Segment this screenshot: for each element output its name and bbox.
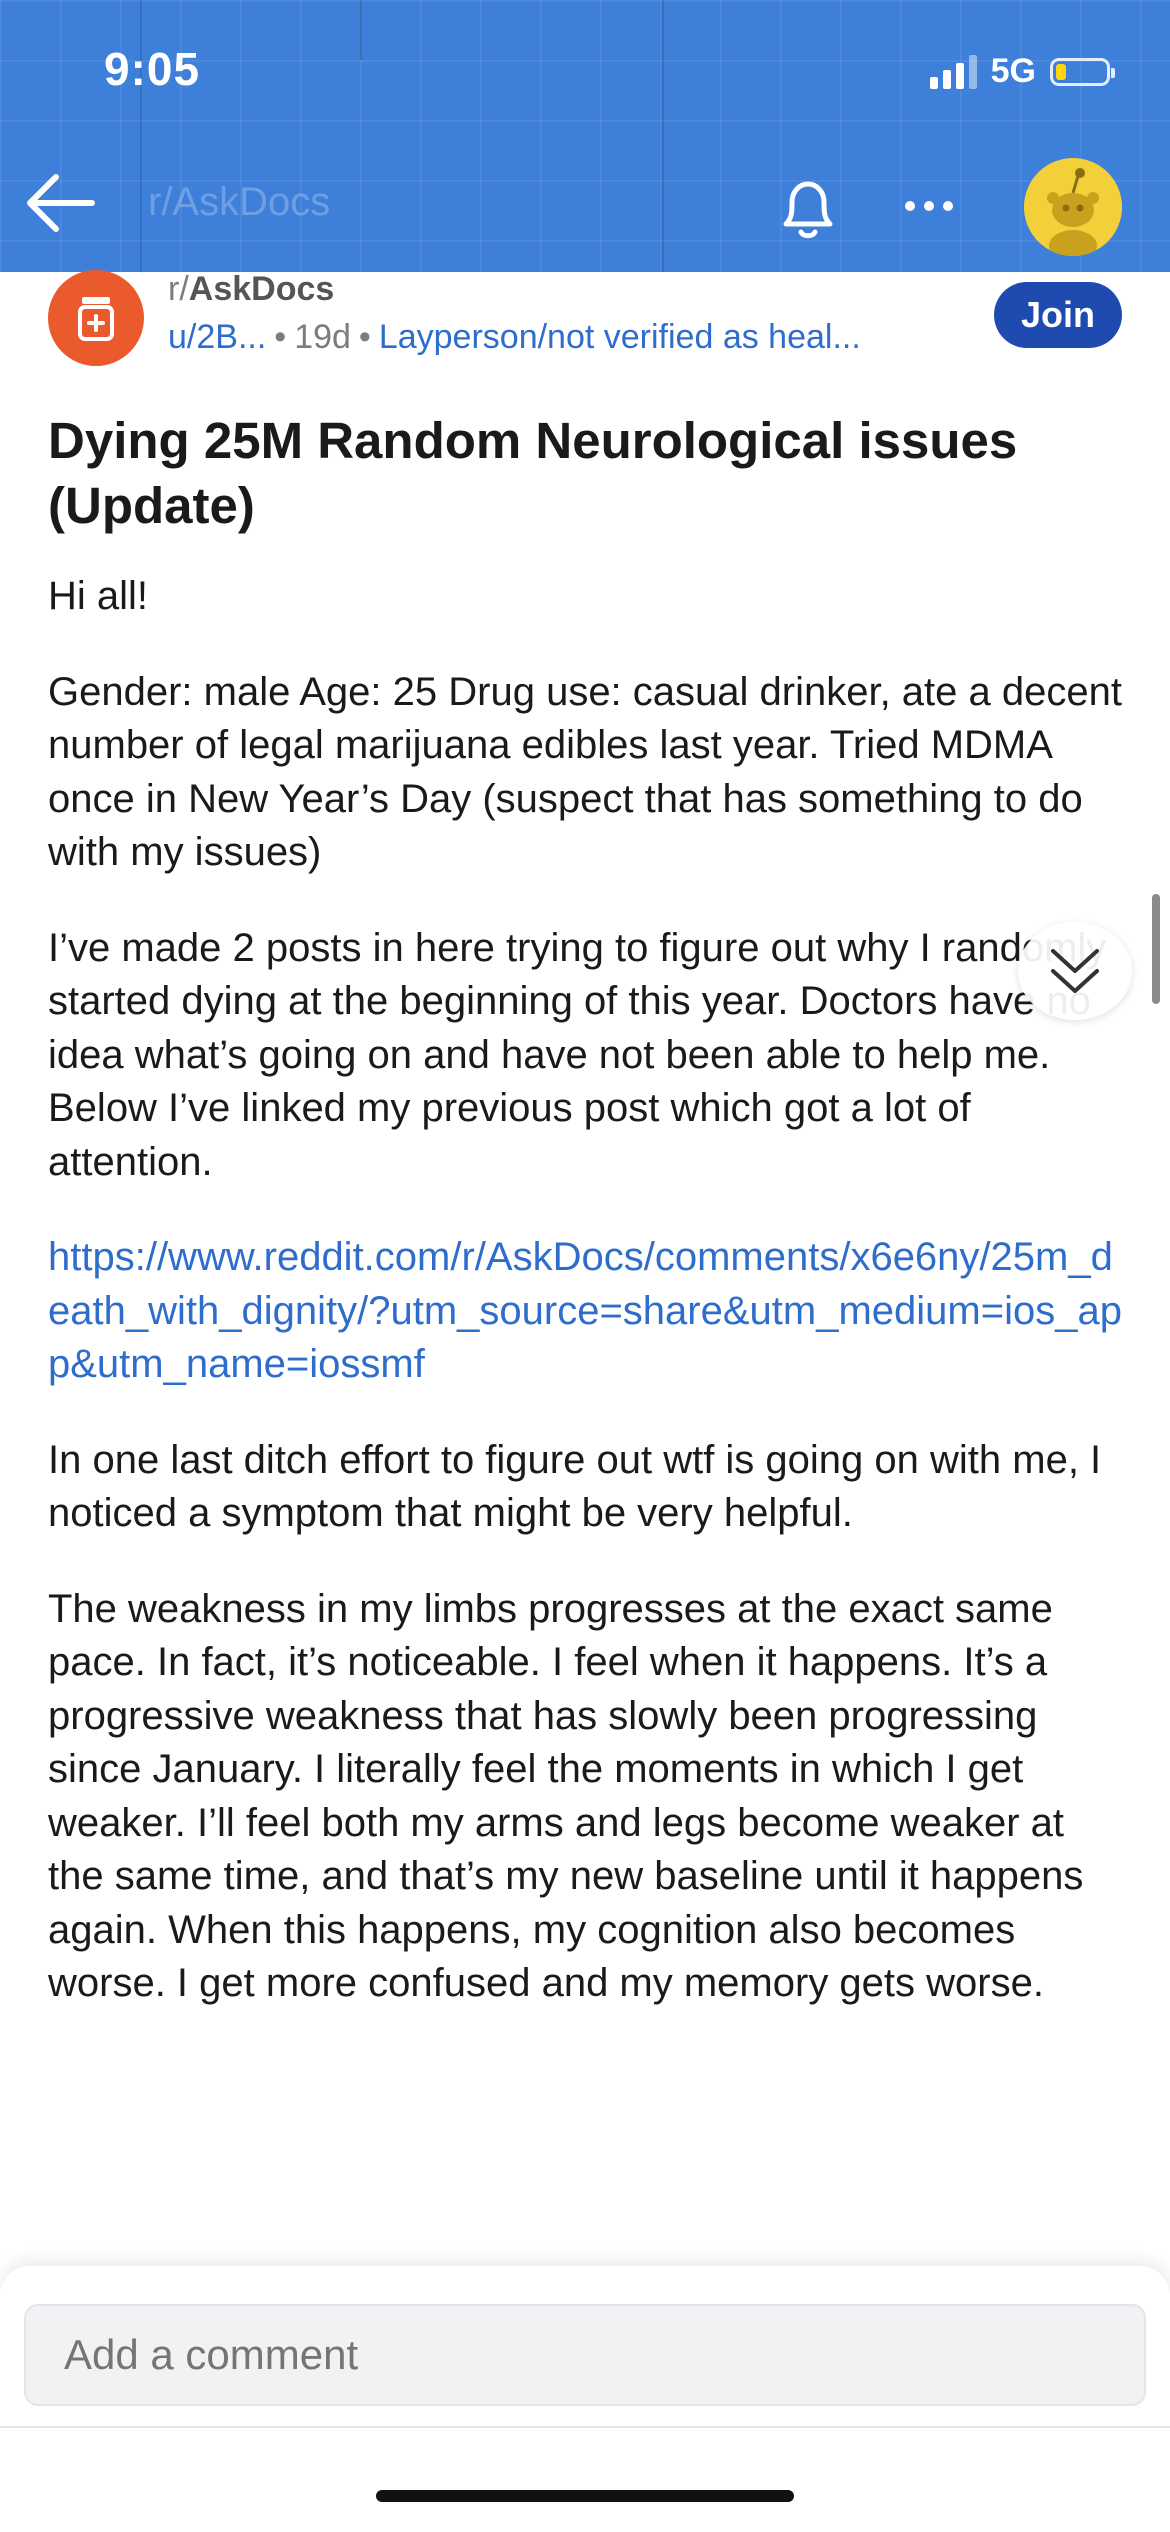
avatar[interactable] xyxy=(1024,158,1122,256)
home-indicator[interactable] xyxy=(376,2490,794,2502)
more-options-button[interactable] xyxy=(894,186,964,226)
post-body: Hi all! Gender: male Age: 25 Drug use: c… xyxy=(48,570,1130,2053)
post-meta: u/2B... • 19d • Layperson/not verified as he… xyxy=(168,318,861,357)
meta-separator: • xyxy=(274,318,287,356)
divider xyxy=(0,2426,1170,2428)
author-link[interactable]: u/2B... xyxy=(168,318,266,356)
comment-bar xyxy=(0,2266,1170,2532)
header-subreddit-title: r/AskDocs xyxy=(148,180,331,224)
signal-icon xyxy=(929,54,977,89)
subreddit-name[interactable]: r/AskDocs xyxy=(168,270,334,309)
header-background-decoration xyxy=(360,0,362,60)
status-indicators: 5G xyxy=(929,52,1115,91)
battery-icon xyxy=(1050,57,1115,86)
join-button[interactable]: Join xyxy=(994,282,1122,348)
post-paragraph: In one last ditch effort to figure out w… xyxy=(48,1437,1102,1536)
meta-separator: • xyxy=(358,318,371,356)
post-link-paragraph: https://www.reddit.com/r/AskDocs/comment… xyxy=(48,1231,1130,1392)
bell-icon xyxy=(783,181,833,239)
chevron-double-down-icon xyxy=(1051,949,1099,993)
reddit-snoo-icon xyxy=(1024,158,1122,256)
back-button[interactable] xyxy=(22,168,98,238)
jump-to-comments-button[interactable] xyxy=(1018,922,1132,1020)
post-paragraph: Gender: male Age: 25 Drug use: casual dr… xyxy=(48,669,1122,875)
comment-input[interactable] xyxy=(24,2304,1146,2406)
post-link[interactable]: https://www.reddit.com/r/AskDocs/comment… xyxy=(48,1235,1122,1386)
user-flair: Layperson/not verified as heal... xyxy=(378,318,861,356)
network-label: 5G xyxy=(990,52,1036,90)
scrollbar[interactable] xyxy=(1152,894,1160,1004)
app-header: 9:05 5G r/AskDocs xyxy=(0,0,1170,272)
post-paragraph: I’ve made 2 posts in here trying to figu… xyxy=(48,925,1107,1184)
post-age: 19d xyxy=(294,318,351,356)
more-icon xyxy=(905,201,915,211)
back-arrow-icon xyxy=(27,174,95,232)
status-time: 9:05 xyxy=(104,43,201,95)
subreddit-icon xyxy=(78,297,114,341)
header-background-decoration xyxy=(140,0,664,272)
subreddit-avatar[interactable] xyxy=(48,270,144,366)
post-paragraph: Hi all! xyxy=(48,574,149,618)
notifications-button[interactable] xyxy=(770,170,846,246)
post-title: Dying 25M Random Neurological issues (Up… xyxy=(48,412,1018,534)
post-paragraph: The weakness in my limbs progresses at t… xyxy=(48,1586,1084,2006)
